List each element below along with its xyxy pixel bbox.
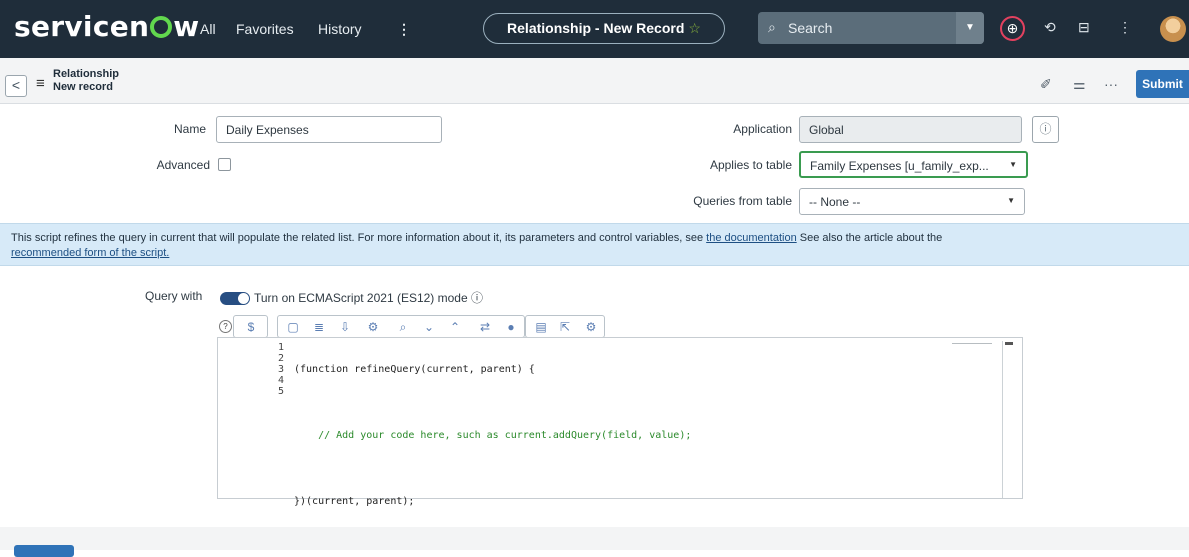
toggle-knob [238, 293, 249, 304]
back-button[interactable]: < [5, 75, 27, 97]
application-info-icon[interactable]: ⓘ [1032, 116, 1059, 143]
search-input[interactable]: Search [788, 20, 832, 36]
line-number: 2 [277, 353, 284, 364]
es12-mode-toggle[interactable] [220, 292, 250, 305]
nav-more-icon[interactable]: ⋮ [397, 21, 411, 38]
search-code-icon[interactable]: ⌕ [394, 319, 412, 335]
editor-minimap [952, 343, 992, 348]
documentation-link[interactable]: the documentation [706, 232, 797, 244]
record-state: New record [53, 81, 113, 93]
es12-mode-text: Turn on ECMAScript 2021 (ES12) mode [254, 291, 468, 305]
more-options-icon[interactable]: ⋮ [1118, 19, 1132, 36]
insert-script-icon[interactable]: ⇩ [336, 319, 354, 335]
submit-button[interactable]: Submit [1136, 70, 1189, 98]
form-footer [0, 527, 1189, 550]
personalize-icon[interactable]: ⚌ [1073, 76, 1086, 93]
footer-submit-button[interactable] [14, 545, 74, 557]
code-content[interactable]: (function refineQuery(current, parent) {… [294, 342, 691, 529]
queries-from-table-select[interactable]: -- None -- ▼ [799, 188, 1025, 215]
user-avatar[interactable] [1160, 16, 1186, 42]
line-number: 5 [277, 386, 284, 397]
star-icon[interactable]: ☆ [688, 20, 701, 36]
line-number-gutter: 1 2 3 4 5 [248, 342, 284, 397]
format-code-icon[interactable]: ≣ [310, 319, 328, 335]
chevron-down-icon[interactable]: ⌄ [420, 319, 438, 335]
line-number: 3 [277, 364, 284, 375]
chevron-down-icon: ▼ [1007, 196, 1015, 205]
save-icon[interactable]: ▤ [532, 319, 550, 335]
settings-icon[interactable]: ⚙ [582, 319, 600, 335]
record-title-pill[interactable]: Relationship - New Record ☆ [483, 13, 725, 44]
code-line: (function refineQuery(current, parent) { [294, 364, 535, 375]
toolbar-group-1: $ [233, 315, 268, 338]
advanced-checkbox[interactable] [218, 158, 231, 171]
top-navigation-bar: servicen w All Favorites History ⋮ Relati… [0, 0, 1189, 58]
scrollbar-marker [1005, 342, 1013, 345]
nav-favorites[interactable]: Favorites [236, 21, 294, 37]
editor-help-icon[interactable]: ? [219, 320, 232, 333]
comment-icon[interactable]: ▢ [284, 319, 302, 335]
banner-text: This script refines the query in current… [11, 232, 704, 244]
toolbar-group-2: ▢ ≣ ⇩ ⚙ ⌕ ⌄ ⌃ ⇄ ● [277, 315, 525, 338]
connect-chat-icon[interactable]: ⟲ [1044, 19, 1056, 36]
applies-to-table-select[interactable]: Family Expenses [u_family_exp... ▼ [799, 151, 1028, 178]
queries-from-table-value: -- None -- [809, 195, 861, 209]
editor-scrollbar[interactable] [1002, 341, 1013, 498]
chevron-down-icon: ▼ [1009, 160, 1017, 169]
nav-history[interactable]: History [318, 21, 362, 37]
application-field: Global [799, 116, 1022, 143]
global-search[interactable]: ⌕ Search ▼ [758, 12, 984, 44]
name-label: Name [173, 122, 206, 136]
toggle-syntax-icon[interactable]: $ [242, 319, 260, 335]
context-menu-icon[interactable]: ≡ [36, 75, 45, 92]
record-title-text: Relationship - New Record [507, 20, 685, 36]
line-number: 4 [277, 375, 284, 386]
servicenow-logo[interactable]: servicen w [14, 10, 199, 43]
queries-from-table-label: Queries from table [693, 194, 792, 208]
more-actions-icon[interactable]: ··· [1104, 76, 1118, 92]
nav-all[interactable]: All [200, 21, 216, 37]
attachment-icon[interactable]: ✐ [1040, 76, 1052, 93]
replace-icon[interactable]: ⇄ [476, 319, 494, 335]
applies-to-table-label: Applies to table [709, 158, 792, 172]
es12-mode-label: Turn on ECMAScript 2021 (ES12) mode ⓘ [254, 291, 483, 305]
line-number: 1 [277, 342, 284, 353]
script-debugger-icon[interactable]: ⚙ [364, 319, 382, 335]
search-scope-dropdown-icon[interactable]: ▼ [956, 12, 984, 44]
record-title: Relationship New record [53, 68, 119, 94]
chevron-up-icon[interactable]: ⌃ [446, 319, 464, 335]
recommended-form-link[interactable]: recommended form of the script. [11, 247, 169, 259]
toolbar-group-3: ▤ ⇱ ⚙ [525, 315, 605, 338]
name-field[interactable]: Daily Expenses [216, 116, 442, 143]
code-line: })(current, parent); [294, 496, 415, 507]
banner-text-2: See also the article about the [799, 232, 943, 244]
script-editor[interactable]: 1 2 3 4 5 (function refineQuery(current,… [217, 337, 1023, 507]
help-icon[interactable]: ⊟ [1078, 19, 1090, 36]
advanced-label: Advanced [156, 158, 210, 172]
fullscreen-icon[interactable]: ⇱ [556, 319, 574, 335]
search-icon: ⌕ [768, 19, 776, 35]
applies-to-table-value: Family Expenses [u_family_exp... [810, 159, 989, 173]
info-banner: This script refines the query in current… [0, 223, 1189, 266]
query-with-label: Query with [145, 289, 203, 303]
application-label: Application [733, 122, 792, 136]
record-table-name: Relationship [53, 68, 120, 80]
globe-icon[interactable]: ⊕ [1000, 16, 1025, 41]
code-comment-line: // Add your code here, such as current.a… [294, 430, 692, 441]
form-header-bar [0, 58, 1189, 104]
replace-all-icon[interactable]: ● [502, 319, 520, 335]
